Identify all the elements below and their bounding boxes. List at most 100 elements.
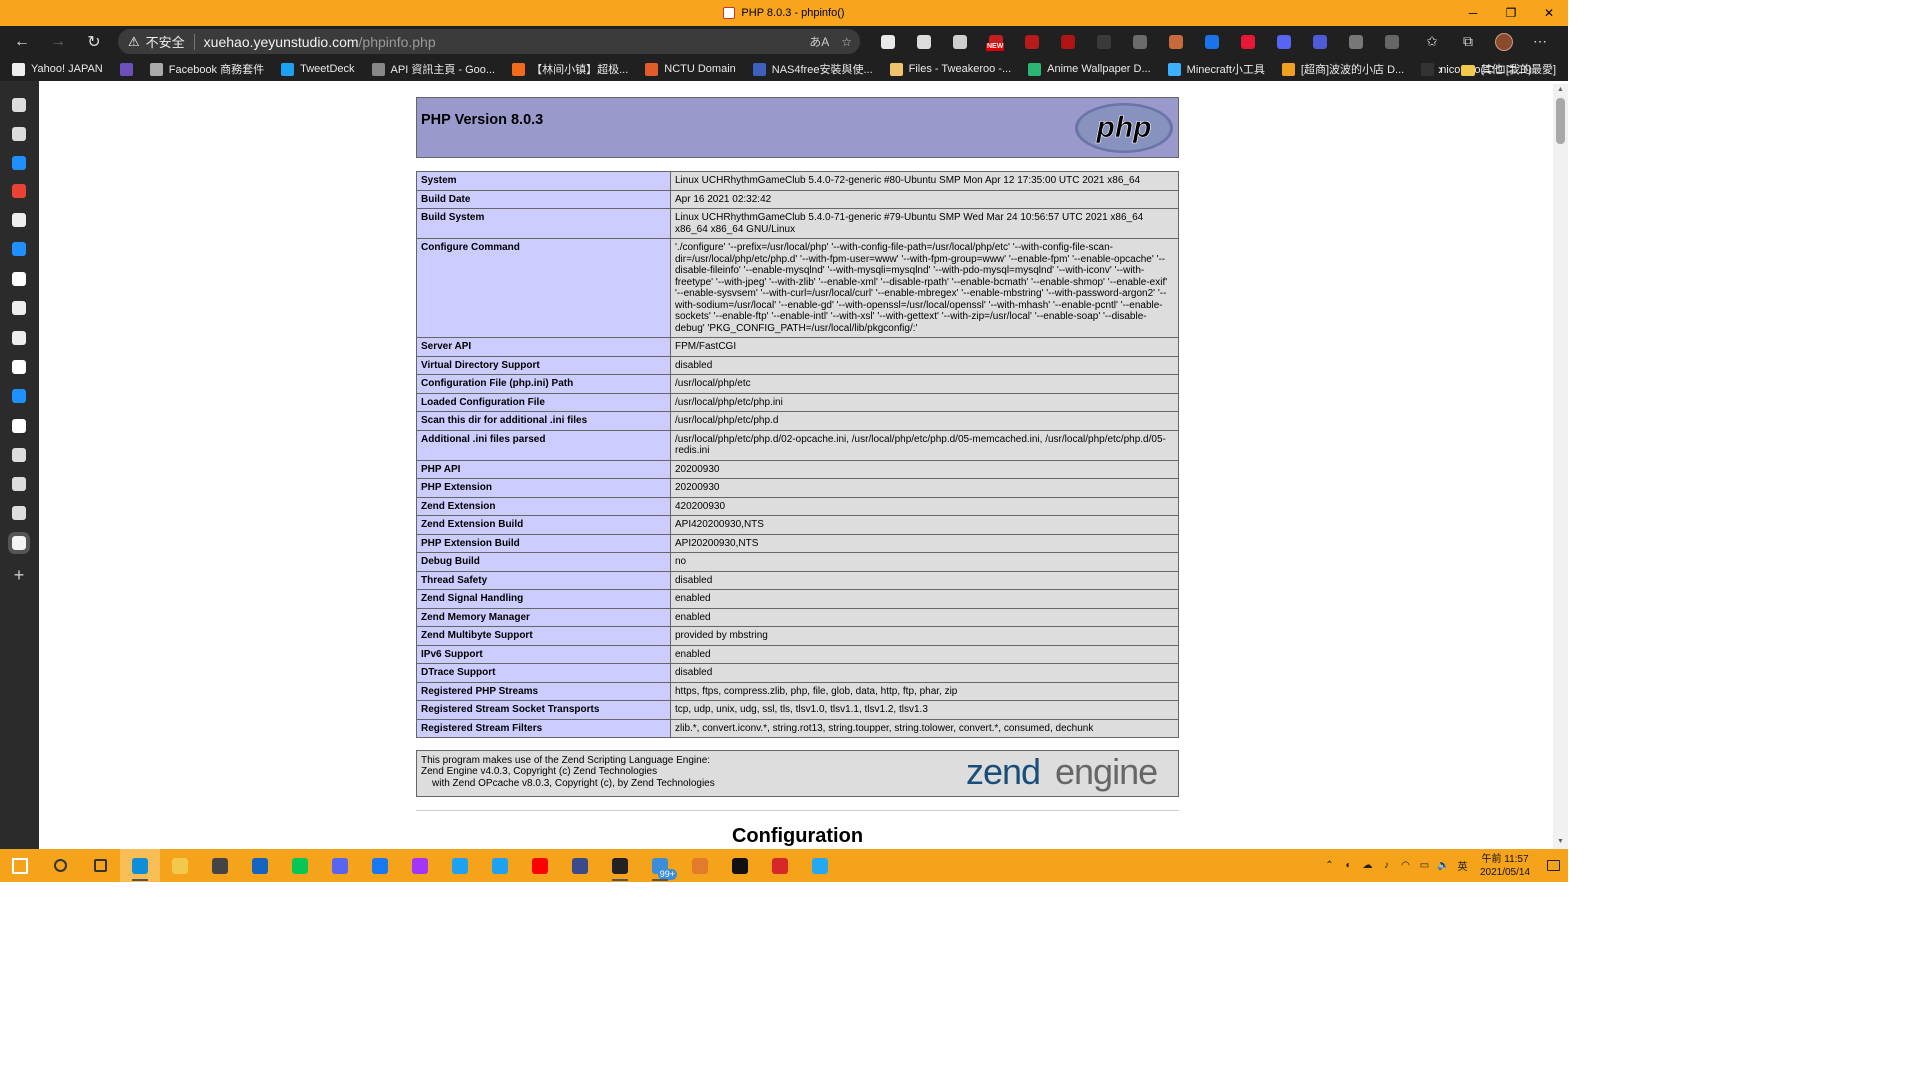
bookmarks-overflow-button[interactable]: › — [1438, 61, 1443, 78]
notification-center-button[interactable] — [1538, 860, 1568, 871]
discord-ext-button[interactable] — [1266, 26, 1302, 57]
start-taskbar-button[interactable] — [0, 849, 40, 882]
store-taskbar-button[interactable] — [200, 849, 240, 882]
taskbar-clock[interactable]: 午前 11:57 2021/05/14 — [1472, 853, 1538, 879]
table-row: Zend Extension Build API420200930,NTS — [416, 515, 1179, 535]
translate-ext-button[interactable] — [1194, 26, 1230, 57]
address-bar[interactable]: ⚠ 不安全 xuehao.yeyunstudio.com/phpinfo.php… — [118, 29, 860, 54]
google-icon[interactable] — [12, 184, 26, 198]
volume-tray-icon[interactable]: 🔈 — [1434, 849, 1453, 882]
bookmark-item[interactable] — [119, 62, 133, 76]
vscode-taskbar-button[interactable] — [800, 849, 840, 882]
battery-tray-icon[interactable]: ▭ — [1415, 849, 1434, 882]
show-hidden-icons-button[interactable]: ⌃ — [1320, 849, 1339, 882]
discord2-ext-button[interactable] — [1302, 26, 1338, 57]
scroll-thumb[interactable] — [1556, 98, 1565, 144]
messenger-taskbar-button[interactable] — [400, 849, 440, 882]
page-icon[interactable] — [12, 127, 26, 141]
doc3-icon[interactable] — [12, 506, 26, 520]
twitter2-taskbar-button[interactable] — [480, 849, 520, 882]
file-explorer-taskbar-button[interactable] — [160, 849, 200, 882]
search-taskbar-button[interactable] — [40, 849, 80, 882]
forward-button[interactable]: → — [40, 26, 76, 57]
zend-engine-logo[interactable]: zend engine — [966, 754, 1174, 794]
rhythm-taskbar-button[interactable] — [760, 849, 800, 882]
wikipedia-icon[interactable] — [12, 272, 26, 286]
baseball-icon[interactable] — [12, 213, 26, 227]
github-icon[interactable] — [12, 360, 26, 374]
screen-ext-button[interactable] — [1014, 26, 1050, 57]
discord-taskbar-button[interactable] — [320, 849, 360, 882]
twitter-taskbar-button[interactable] — [440, 849, 480, 882]
security-label[interactable]: 不安全 — [146, 32, 185, 51]
line-taskbar-button[interactable] — [280, 849, 320, 882]
php-tab-icon[interactable] — [8, 532, 30, 554]
settings-more-button[interactable]: ⋯ — [1522, 26, 1558, 57]
folder-sync-taskbar-button[interactable]: 99+ — [640, 849, 680, 882]
section-divider — [416, 810, 1179, 811]
bookmark-item[interactable]: Anime Wallpaper D... — [1028, 62, 1151, 76]
discord-tray-icon[interactable]: ◐ — [1339, 849, 1358, 882]
profile-button[interactable] — [1486, 26, 1522, 57]
bookmark-item[interactable]: Minecraft小工具 — [1167, 61, 1265, 77]
task-view-taskbar-button[interactable] — [80, 849, 120, 882]
bookmark-item[interactable]: TweetDeck — [281, 62, 355, 76]
scroll-down-arrow-icon[interactable]: ▼ — [1556, 838, 1565, 845]
reload-button[interactable]: ↻ — [76, 26, 112, 57]
bookmark-item[interactable]: API 資訊主頁 - Goo... — [371, 61, 495, 77]
close-button[interactable]: ✕ — [1530, 0, 1568, 26]
printer-ext-button[interactable] — [906, 26, 942, 57]
bird-taskbar-button[interactable] — [680, 849, 720, 882]
bookmark-item[interactable]: Facebook 商務套件 — [149, 61, 264, 77]
other-bookmarks-folder[interactable]: 其他 [我的最愛] — [1460, 61, 1556, 77]
terminal-taskbar-button[interactable] — [600, 849, 640, 882]
notes-icon[interactable] — [12, 301, 26, 315]
favorites-icon[interactable]: ✩ — [1414, 26, 1450, 57]
bookmark-item[interactable]: [超商]波波的小店 D... — [1281, 61, 1404, 77]
reader-ext-button[interactable] — [1086, 26, 1122, 57]
doc1-icon[interactable] — [12, 448, 26, 462]
back-button[interactable]: ← — [4, 26, 40, 57]
youtube-taskbar-button[interactable] — [520, 849, 560, 882]
translate-icon[interactable]: あA — [809, 33, 829, 50]
onedrive-tray-icon[interactable]: ☁ — [1358, 849, 1377, 882]
bookmark-item[interactable]: NCTU Domain — [645, 62, 736, 76]
mail-taskbar-button[interactable] — [240, 849, 280, 882]
new-badge-ext-button[interactable]: NEW — [978, 26, 1014, 57]
facebook-taskbar-button[interactable] — [360, 849, 400, 882]
vertical-scrollbar[interactable]: ▲ ▼ — [1553, 84, 1568, 849]
microphone-tray-icon[interactable]: ♪ — [1377, 849, 1396, 882]
bing2-icon[interactable] — [12, 242, 26, 256]
remote-taskbar-button[interactable] — [560, 849, 600, 882]
php-logo[interactable]: php — [1074, 102, 1174, 154]
scroll-up-arrow-icon[interactable]: ▲ — [1556, 86, 1565, 93]
favorite-add-icon[interactable]: ☆ — [841, 35, 852, 49]
collections-icon[interactable]: ⧉ — [1450, 26, 1486, 57]
edge-taskbar-button[interactable] — [120, 849, 160, 882]
wordpress-icon[interactable] — [12, 419, 26, 433]
filter-ext-button[interactable] — [1374, 26, 1410, 57]
chat-ext-button[interactable] — [1338, 26, 1374, 57]
bookmark-item[interactable]: NAS4free安裝與使... — [752, 61, 873, 77]
notes2-icon[interactable] — [12, 331, 26, 345]
cloud-ext-button[interactable] — [870, 26, 906, 57]
wifi-tray-icon[interactable]: ◠ — [1396, 849, 1415, 882]
warning-icon[interactable]: ⚠ — [128, 34, 140, 50]
tab-actions-icon[interactable] — [12, 98, 26, 112]
bag-ext-button[interactable] — [1122, 26, 1158, 57]
bookmark-item[interactable]: 【林间小镇】超极... — [512, 61, 628, 77]
ime-tray-icon[interactable]: 英 — [1453, 849, 1472, 882]
sidebar-add-button[interactable]: + — [10, 565, 28, 586]
yahoo-ext-button[interactable] — [1230, 26, 1266, 57]
bookmark-item[interactable]: Yahoo! JAPAN — [12, 62, 103, 76]
bing-icon[interactable] — [12, 156, 26, 170]
doc2-icon[interactable] — [12, 477, 26, 491]
speedometer-taskbar-button[interactable] — [720, 849, 760, 882]
bing3-icon[interactable] — [12, 389, 26, 403]
minimize-button[interactable]: ─ — [1454, 0, 1492, 26]
puzzle-ext-button[interactable] — [942, 26, 978, 57]
restore-button[interactable]: ❐ — [1492, 0, 1530, 26]
palette-ext-button[interactable] — [1158, 26, 1194, 57]
bookmark-item[interactable]: Files - Tweakeroo -... — [889, 62, 1011, 76]
ublock-ext-button[interactable] — [1050, 26, 1086, 57]
